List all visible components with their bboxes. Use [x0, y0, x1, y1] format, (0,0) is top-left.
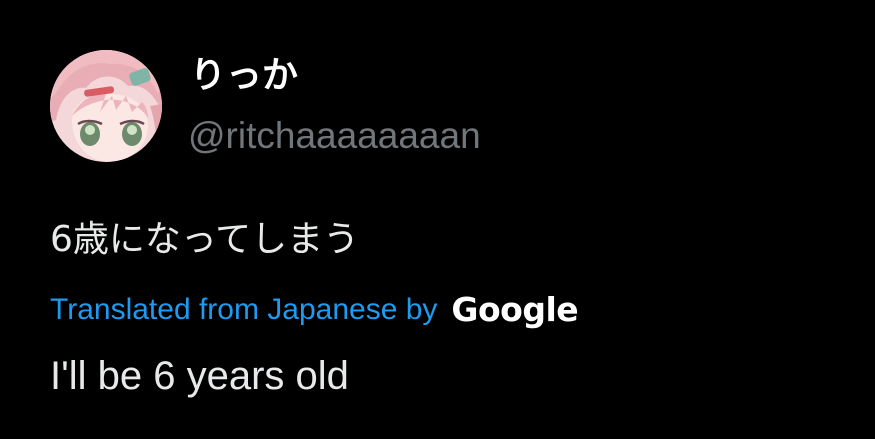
tweet-text: 6歳になってしまう — [50, 219, 360, 260]
anime-avatar-icon — [50, 50, 162, 162]
google-logo: Google — [451, 290, 579, 329]
translation-attribution: Translated from Japanese by Google — [50, 288, 579, 332]
translated-from-link[interactable]: Translated from Japanese by — [50, 290, 437, 330]
display-name[interactable]: りっか — [190, 54, 298, 98]
tweet: りっか @ritchaaaaaaaan 6歳になってしまう Translated… — [0, 0, 875, 439]
user-handle[interactable]: @ritchaaaaaaaan — [188, 113, 481, 159]
translated-text: I'll be 6 years old — [50, 354, 349, 398]
avatar[interactable] — [50, 50, 162, 162]
